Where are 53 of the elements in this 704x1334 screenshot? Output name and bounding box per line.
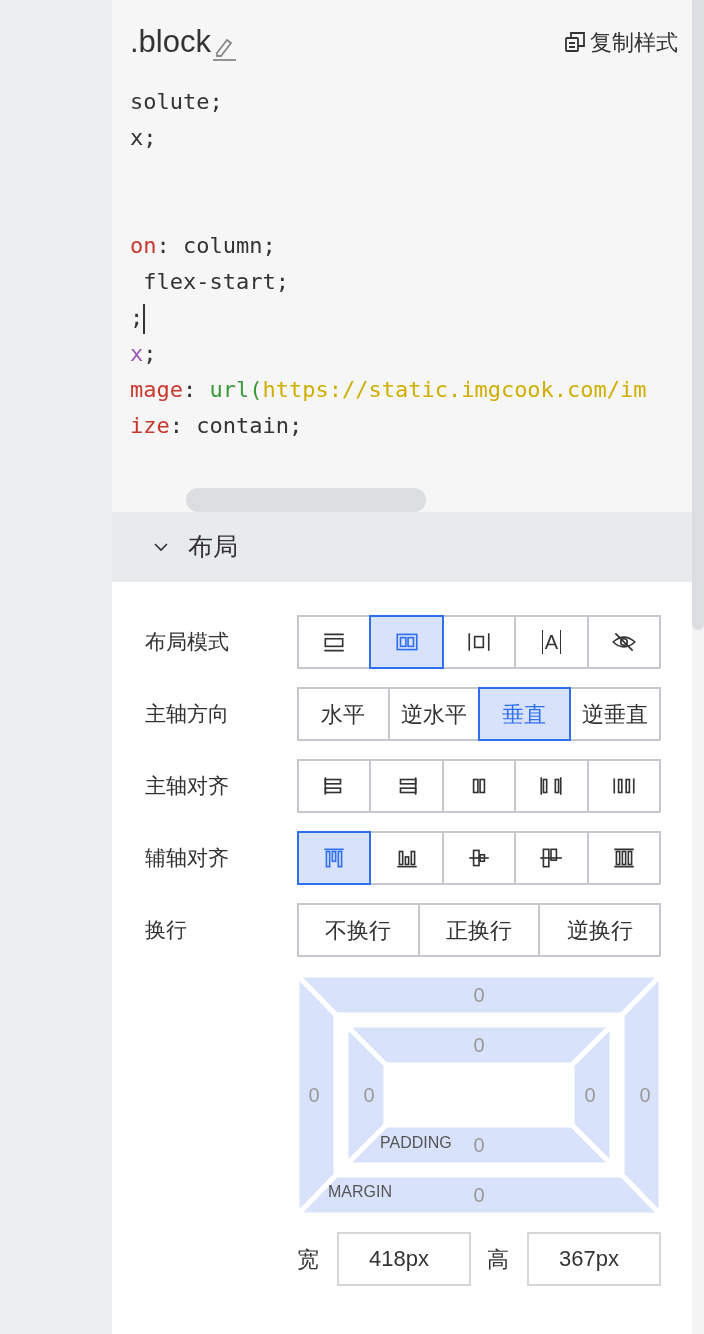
option-button[interactable]: 不换行 [297, 903, 420, 957]
code-line: solute; [130, 89, 223, 114]
code-line: flex-start; [142, 269, 289, 294]
cross-align-option[interactable] [369, 831, 444, 885]
field-label: 高 [487, 1245, 510, 1274]
option-button[interactable]: 正换行 [417, 903, 541, 957]
layout-mode-option[interactable] [586, 615, 662, 669]
main-align-option[interactable] [297, 759, 372, 813]
margin-value: 0 [473, 984, 485, 1006]
code-line: mage: url(https://static.imgcook.com/im [130, 377, 647, 402]
layout-mode-option[interactable] [297, 615, 372, 669]
margin-value: 0 [308, 1084, 320, 1106]
padding-value: 0 [584, 1084, 596, 1106]
option-button[interactable]: 逆换行 [538, 903, 661, 957]
cross-align-option[interactable] [514, 831, 589, 885]
code-line: on: column; [130, 233, 276, 258]
padding-value: 0 [473, 1134, 485, 1156]
field-label: 主轴方向 [145, 701, 230, 728]
copy-icon [564, 31, 586, 53]
main-align-option[interactable] [514, 759, 589, 813]
margin-label: MARGIN [328, 1183, 392, 1200]
cross-align-option[interactable] [586, 831, 662, 885]
section-title: 布局 [188, 531, 238, 563]
selector-title: .block [130, 22, 211, 61]
code-line: x; [130, 341, 157, 366]
field-label: 辅轴对齐 [145, 845, 230, 872]
option-button[interactable]: 逆垂直 [568, 687, 661, 741]
copy-style-button[interactable]: 复制样式 [564, 25, 678, 59]
layout-mode-option[interactable]: A [514, 615, 589, 669]
scrollbar-thumb[interactable] [186, 488, 426, 512]
field-label: 换行 [145, 917, 188, 944]
option-button[interactable]: 垂直 [478, 687, 571, 741]
padding-label: PADDING [380, 1134, 452, 1151]
field-label: 宽 [297, 1245, 320, 1274]
main-align-option[interactable] [441, 759, 517, 813]
margin-value: 0 [473, 1184, 485, 1206]
main-align-option[interactable] [369, 759, 444, 813]
input-field[interactable]: 418px [337, 1232, 471, 1286]
option-button[interactable]: 逆水平 [387, 687, 480, 741]
option-button[interactable]: 水平 [297, 687, 390, 741]
padding-value: 0 [473, 1034, 485, 1056]
field-label: 布局模式 [145, 629, 230, 656]
cross-align-option[interactable] [441, 831, 517, 885]
code-line: x; [130, 125, 157, 150]
code-line: ; [130, 305, 144, 330]
code-line: ize: contain; [130, 413, 303, 438]
padding-value: 0 [363, 1084, 375, 1106]
margin-value: 0 [639, 1084, 651, 1106]
scrollbar-thumb[interactable] [692, 0, 704, 630]
field-label: 主轴对齐 [145, 773, 230, 800]
main-align-option[interactable] [586, 759, 662, 813]
input-field[interactable]: 367px [527, 1232, 661, 1286]
section-header[interactable]: 布局 [112, 512, 692, 582]
